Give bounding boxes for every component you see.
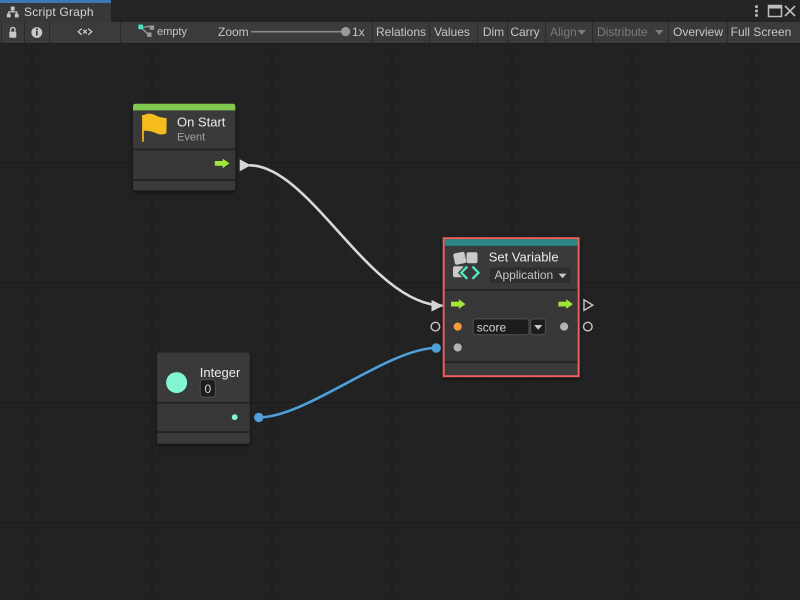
- svg-text:Integer: Integer: [200, 365, 241, 380]
- svg-text:Event: Event: [177, 131, 205, 143]
- svg-text:score: score: [477, 320, 507, 334]
- svg-text:Set Variable: Set Variable: [489, 249, 559, 264]
- svg-text:0: 0: [204, 382, 211, 396]
- svg-text:On Start: On Start: [177, 114, 226, 129]
- svg-text:Application: Application: [495, 268, 554, 282]
